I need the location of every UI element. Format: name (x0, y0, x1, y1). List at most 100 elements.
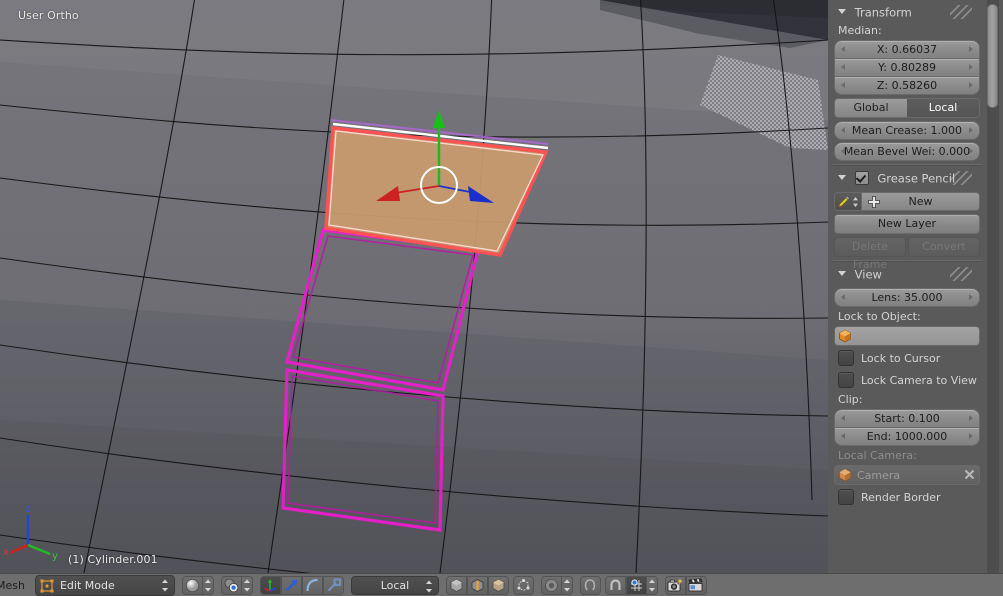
viewport-shading-group[interactable] (181, 576, 214, 595)
decrement-arrow-icon[interactable] (841, 415, 845, 421)
decrement-arrow-icon[interactable] (841, 127, 845, 133)
dropdown-updown-icon[interactable] (161, 579, 169, 592)
plus-icon (868, 196, 880, 208)
vertex-select-icon (450, 579, 463, 592)
manipulator-scale-button[interactable] (322, 576, 344, 595)
grease-pencil-new-label: New (908, 195, 933, 208)
decrement-arrow-icon[interactable] (841, 148, 845, 154)
opengl-render-group[interactable] (664, 576, 707, 595)
dropdown-updown-icon[interactable] (425, 580, 433, 593)
mesh-select-mode-group[interactable] (445, 576, 509, 595)
render-border-row[interactable]: Render Border (828, 486, 986, 508)
panel-grip-icon (950, 267, 972, 281)
pivot-point-spin[interactable] (561, 576, 573, 595)
increment-arrow-icon[interactable] (969, 82, 973, 88)
manipulator-rotate-button[interactable] (301, 576, 323, 595)
increment-arrow-icon[interactable] (969, 433, 973, 439)
local-camera-field[interactable]: Camera (834, 465, 980, 485)
grease-pencil-enable-checkbox[interactable] (854, 170, 869, 185)
toggle-global[interactable]: Global (835, 99, 907, 117)
increment-arrow-icon[interactable] (969, 148, 973, 154)
mean-crease-field[interactable]: Mean Crease: 1.000 (834, 121, 980, 140)
median-y-field[interactable]: Y: 0.80289 (834, 58, 980, 76)
delete-frame-button[interactable]: Delete Frame (834, 237, 906, 271)
decrement-arrow-icon[interactable] (841, 82, 845, 88)
grease-pencil-new-button[interactable]: New (862, 192, 980, 211)
3d-viewport[interactable]: z y x User Ortho (1) Cylinder.001 (0, 0, 828, 573)
viewport-shading-solid-button[interactable] (181, 576, 203, 595)
median-x-field[interactable]: X: 0.66037 (834, 40, 980, 58)
increment-arrow-icon[interactable] (969, 294, 973, 300)
render-opengl-image-button[interactable] (664, 576, 686, 595)
panel-grip-icon (950, 5, 972, 19)
new-layer-button[interactable]: New Layer (834, 214, 980, 234)
edge-select-icon (471, 579, 484, 592)
median-z-field[interactable]: Z: 0.58260 (834, 76, 980, 95)
decrement-arrow-icon[interactable] (841, 64, 845, 70)
pivot-median-icon (545, 579, 558, 592)
snap-target-button[interactable] (625, 576, 647, 595)
material-mode-button[interactable] (220, 576, 242, 595)
lock-camera-to-view-row[interactable]: Lock Camera to View (828, 369, 986, 391)
transform-orientation-toggle[interactable]: Global Local (834, 98, 980, 118)
material-mode-group[interactable] (220, 576, 253, 595)
increment-arrow-icon[interactable] (969, 64, 973, 70)
mode-dropdown[interactable]: Edit Mode (34, 575, 175, 596)
edge-select-button[interactable] (466, 576, 488, 595)
face-select-button[interactable] (487, 576, 509, 595)
transform-orientation-dropdown[interactable]: Local (350, 576, 439, 595)
panel-header-view[interactable]: View (828, 264, 986, 284)
pivot-point-button[interactable] (540, 576, 562, 595)
lens-field[interactable]: Lens: 35.000 (834, 288, 980, 307)
blender-window: z y x User Ortho (1) Cylinder.001 Transf… (0, 0, 1003, 596)
clip-label: Clip: (838, 393, 863, 406)
decrement-arrow-icon[interactable] (841, 46, 845, 52)
material-spheres-icon (224, 578, 239, 593)
snap-group[interactable] (604, 576, 658, 595)
increment-arrow-icon[interactable] (969, 46, 973, 52)
grease-pencil-datablock-selector[interactable] (834, 192, 862, 211)
lock-camera-to-view-checkbox[interactable] (838, 372, 854, 388)
occlude-geometry-button[interactable] (512, 576, 534, 595)
editor-type-label: Mesh (0, 579, 25, 592)
decrement-arrow-icon[interactable] (841, 433, 845, 439)
manipulator-group[interactable] (259, 576, 344, 595)
panel-header-grease-pencil[interactable]: Grease Pencil (828, 168, 986, 188)
clip-start-field[interactable]: Start: 0.100 (834, 409, 980, 427)
spin-updown-icon[interactable] (852, 196, 859, 208)
panel-header-transform[interactable]: Transform (828, 2, 986, 22)
proportional-edit-icon (584, 579, 596, 591)
convert-button[interactable]: Convert (908, 237, 980, 257)
pivot-point-group[interactable] (540, 576, 573, 595)
decrement-arrow-icon[interactable] (841, 294, 845, 300)
camera-photo-icon (668, 578, 684, 592)
scale-handle-icon (327, 578, 341, 592)
mean-bevel-weight-field[interactable]: Mean Bevel Wei: 0.000 (834, 142, 980, 161)
lock-to-cursor-checkbox[interactable] (838, 350, 854, 366)
mean-crease-value: Mean Crease: 1.000 (851, 124, 963, 137)
increment-arrow-icon[interactable] (969, 415, 973, 421)
solid-sphere-icon (185, 578, 200, 593)
mode-dropdown-value: Edit Mode (59, 579, 115, 592)
render-border-label: Render Border (861, 490, 941, 504)
lock-to-object-field[interactable] (834, 326, 980, 346)
material-mode-spin[interactable] (241, 576, 253, 595)
snap-target-spin[interactable] (646, 576, 658, 595)
clip-end-field[interactable]: End: 1000.000 (834, 427, 980, 446)
manipulator-enable-button[interactable] (259, 576, 281, 595)
proportional-edit-button[interactable] (579, 576, 601, 595)
lock-to-cursor-row[interactable]: Lock to Cursor (828, 347, 986, 369)
toggle-local[interactable]: Local (907, 99, 979, 117)
render-opengl-animation-button[interactable] (685, 576, 707, 595)
panel-scrollbar-thumb[interactable] (987, 4, 998, 108)
viewport-shading-spin[interactable] (202, 576, 214, 595)
rotate-arc-icon (306, 578, 318, 592)
clear-x-icon[interactable] (964, 469, 975, 480)
increment-arrow-icon[interactable] (969, 127, 973, 133)
render-border-checkbox[interactable] (838, 489, 854, 505)
viewport-header-bar[interactable]: Mesh Edit Mode Local (0, 573, 1003, 596)
snap-magnet-button[interactable] (604, 576, 626, 595)
vertex-select-button[interactable] (445, 576, 467, 595)
properties-side-panel[interactable]: Transform Median: X: 0.66037 Y: 0.80289 (828, 0, 1003, 573)
manipulator-translate-button[interactable] (280, 576, 302, 595)
